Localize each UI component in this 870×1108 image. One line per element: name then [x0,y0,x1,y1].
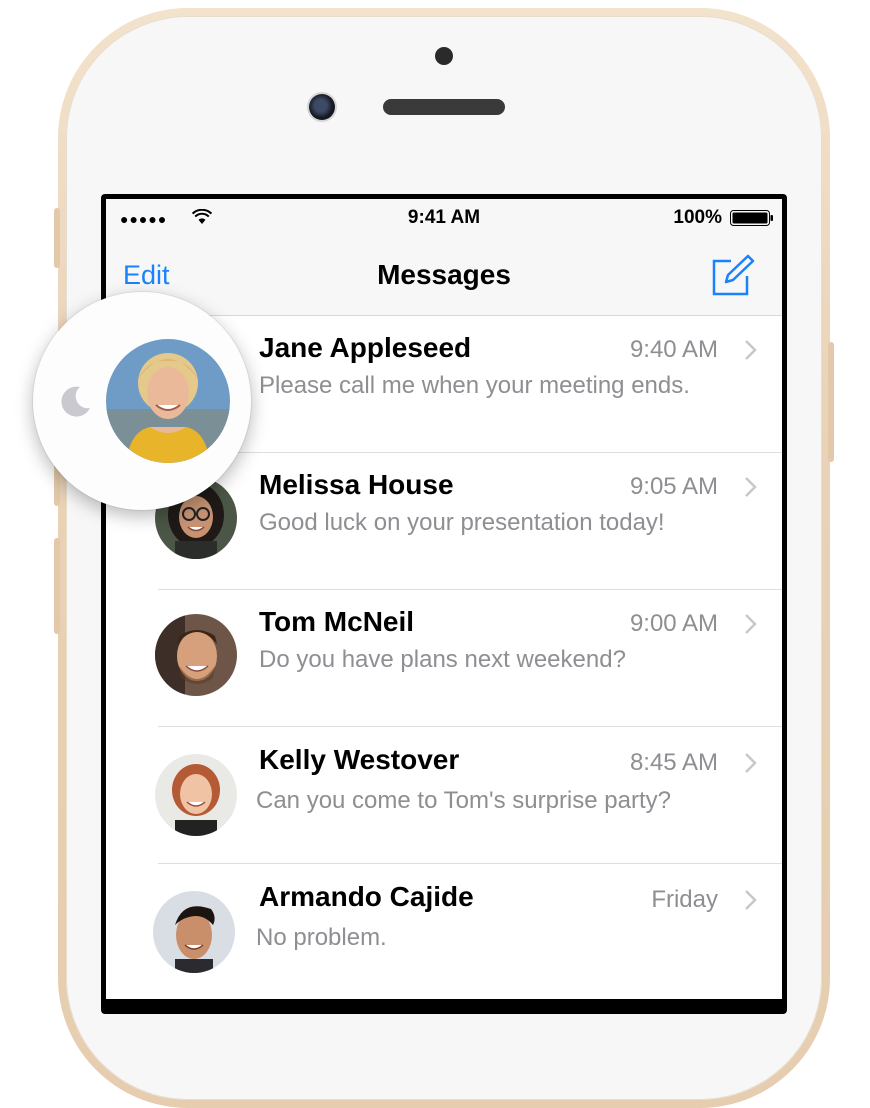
volume-down-button [54,538,60,634]
chevron-right-icon [745,477,757,497]
mute-switch [54,208,60,268]
earpiece-speaker [383,99,505,115]
avatar [155,614,237,696]
compose-icon[interactable] [711,254,755,296]
magnifier-lens [33,292,251,510]
battery-percent: 100% [673,207,722,228]
navigation-bar: Edit Messages [106,237,782,316]
contact-name: Kelly Westover [259,744,460,775]
battery-full-icon [730,210,773,226]
avatar [155,754,237,836]
moon-icon [61,386,90,417]
message-time: Friday [651,886,718,913]
message-preview: Good luck on your presentation today! [259,509,665,536]
person-photo-icon [155,754,237,836]
contact-name: Melissa House [259,469,454,500]
status-bar: ●●●●● 9:41 AM 100% [106,199,782,237]
chevron-right-icon [745,753,757,773]
message-preview: Do you have plans next weekend? [259,646,626,673]
message-time: 9:40 AM [629,336,718,363]
chevron-right-icon [745,340,757,360]
chevron-right-icon [745,890,757,910]
avatar [153,891,235,973]
power-button [828,342,834,462]
conversation-row-tom-mcneil[interactable]: Tom McNeil 9:00 AM Do you have plans nex… [106,590,782,727]
person-photo-icon [155,614,237,696]
contact-name: Armando Cajide [259,881,474,912]
person-photo-icon [153,891,235,973]
conversation-row-armando-cajide[interactable]: Armando Cajide Friday No problem. [106,864,782,999]
proximity-sensor [435,47,453,65]
contact-name: Tom McNeil [259,606,415,637]
person-photo-icon [106,339,230,463]
message-time: 9:05 AM [629,473,718,500]
message-preview: No problem. [256,924,387,951]
front-camera-icon [309,94,335,120]
conversation-row-kelly-westover[interactable]: Kelly Westover 8:45 AM Can you come to T… [106,727,782,864]
avatar-jane-appleseed [106,339,230,463]
message-preview: Please call me when your meeting ends. [259,372,690,399]
message-time: 8:45 AM [629,749,718,776]
message-time: 9:00 AM [629,610,718,637]
contact-name: Jane Appleseed [259,332,472,363]
message-preview: Can you come to Tom's surprise party? [256,787,671,814]
page-title: Messages [377,259,511,290]
chevron-right-icon [745,614,757,634]
